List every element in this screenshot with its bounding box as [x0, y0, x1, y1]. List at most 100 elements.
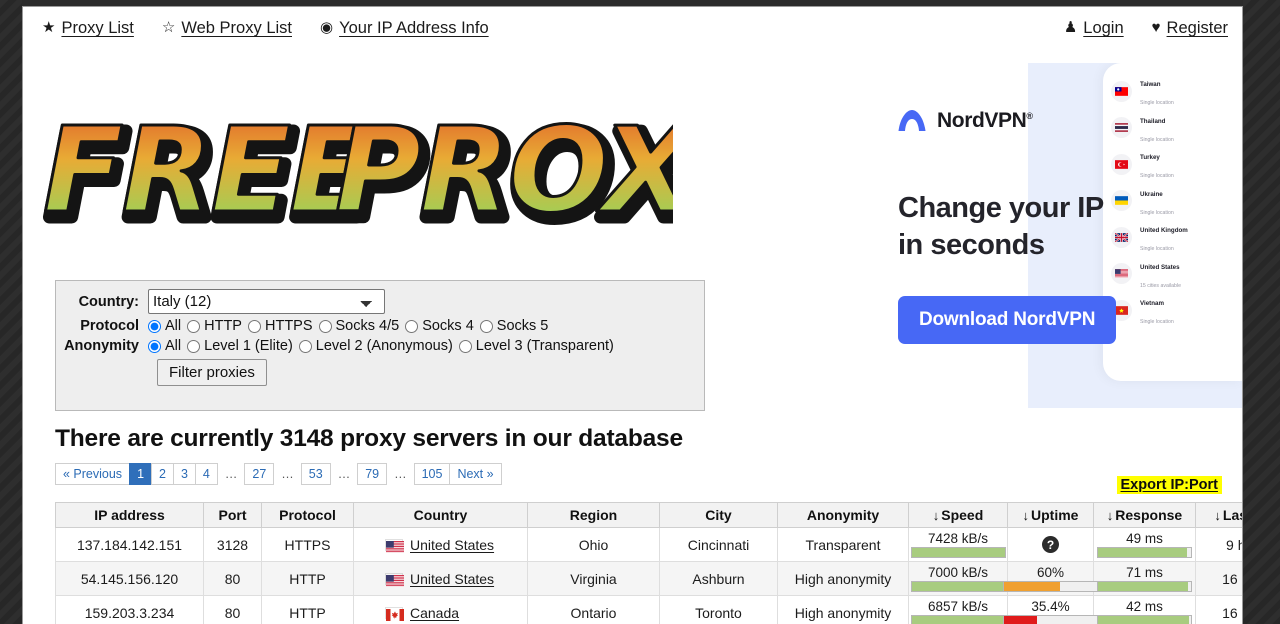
pagination-page-105[interactable]: 105	[414, 463, 451, 485]
flag-icon-ca	[385, 607, 403, 619]
anonymity-option-label: All	[165, 338, 181, 354]
ad-headline: Change your IP in seconds	[898, 190, 1128, 264]
nav-item-label: Proxy List	[61, 19, 133, 38]
anonymity-option-label: Level 3 (Transparent)	[476, 338, 614, 354]
anonymity-radio-group: All Level 1 (Elite) Level 2 (Anonymous) …	[148, 338, 620, 354]
country-link[interactable]: United States	[410, 571, 494, 587]
anonymity-radio-2[interactable]	[299, 340, 312, 353]
nav-item-label: Your IP Address Info	[339, 19, 489, 38]
column-header-port: Port	[204, 503, 262, 528]
protocol-option-3[interactable]: Socks 4/5	[319, 318, 400, 334]
ad-location-item-us[interactable]: United States 15 cities available	[1111, 256, 1243, 293]
export-ip-port-link[interactable]: Export IP:Port	[1117, 476, 1222, 494]
speed-value: 7428 kB/s	[928, 532, 988, 545]
nordvpn-logo: NordVPN®	[897, 108, 1033, 134]
logo-free-face: FREE	[43, 101, 369, 239]
response-value: 42 ms	[1126, 600, 1163, 613]
flag-icon-tr	[1111, 154, 1132, 175]
anonymity-radio-3[interactable]	[459, 340, 472, 353]
nav-left-item-proxy-list[interactable]: ★ Proxy List	[42, 19, 134, 38]
ad-location-text: United Kingdom Single location	[1140, 219, 1188, 255]
nav-left-item-your-ip-address-info[interactable]: ◉ Your IP Address Info	[320, 19, 489, 38]
column-header-label: Uptime	[1031, 507, 1078, 523]
filter-proxies-button[interactable]: Filter proxies	[157, 359, 267, 386]
ad-location-item-tw[interactable]: Taiwan Single location	[1111, 73, 1243, 110]
protocol-radio-3[interactable]	[319, 320, 332, 333]
column-header-label: City	[705, 507, 731, 523]
ad-location-text: Vietnam Single location	[1140, 292, 1174, 328]
protocol-option-1[interactable]: HTTP	[187, 318, 242, 334]
table-row: 159.203.3.234 80 HTTP Canada Ontario Tor…	[56, 596, 1244, 624]
uptime-metric: 35.4%	[1013, 600, 1088, 624]
column-header-label: Anonymity	[807, 507, 879, 523]
pagination: « Previous1234…27…53…79…105Next »	[55, 463, 501, 485]
country-link[interactable]: United States	[410, 537, 494, 553]
cell-ip-address: 159.203.3.234	[56, 596, 204, 624]
response-value: 49 ms	[1126, 532, 1163, 545]
ad-location-item-ua[interactable]: Ukraine Single location	[1111, 183, 1243, 220]
protocol-option-5[interactable]: Socks 5	[480, 318, 549, 334]
anonymity-radio-0[interactable]	[148, 340, 161, 353]
country-select[interactable]: Italy (12)	[148, 289, 385, 314]
protocol-option-0[interactable]: All	[148, 318, 181, 334]
nav-item-label: Web Proxy List	[181, 19, 292, 38]
anonymity-radio-1[interactable]	[187, 340, 200, 353]
uptime-metric: ?	[1013, 536, 1088, 553]
nav-right-item-register[interactable]: ♥ Register	[1152, 19, 1228, 38]
anonymity-option-3[interactable]: Level 3 (Transparent)	[459, 338, 614, 354]
ad-location-sub: Single location	[1140, 173, 1174, 179]
cell-city: Toronto	[660, 596, 778, 624]
protocol-radio-2[interactable]	[248, 320, 261, 333]
nav-right-item-login[interactable]: ♟ Login	[1064, 19, 1124, 38]
cell-uptime: 35.4%	[1008, 596, 1094, 624]
column-header-protocol: Protocol	[262, 503, 354, 528]
ad-location-item-tr[interactable]: Turkey Single location	[1111, 146, 1243, 183]
protocol-radio-1[interactable]	[187, 320, 200, 333]
column-header-city: City	[660, 503, 778, 528]
pagination-page-53[interactable]: 53	[301, 463, 331, 485]
protocol-option-2[interactable]: HTTPS	[248, 318, 313, 334]
pagination-page-2[interactable]: 2	[151, 463, 174, 485]
nordvpn-ad-banner[interactable]: Taiwan Single location Thailand Single l…	[859, 63, 1243, 408]
pagination-page-1[interactable]: 1	[129, 463, 152, 485]
pagination-next[interactable]: Next »	[449, 463, 501, 485]
pagination-page-27[interactable]: 27	[244, 463, 274, 485]
anonymity-option-0[interactable]: All	[148, 338, 181, 354]
nav-left-item-web-proxy-list[interactable]: ☆ Web Proxy List	[162, 19, 292, 38]
column-header-last-checked[interactable]: ↓Last checked	[1196, 503, 1244, 528]
ad-location-item-gb[interactable]: United Kingdom Single location	[1111, 219, 1243, 256]
pagination-page-4[interactable]: 4	[195, 463, 218, 485]
heart-icon: ♥	[1152, 20, 1161, 35]
download-nordvpn-button[interactable]: Download NordVPN	[898, 296, 1116, 344]
ad-location-name: Taiwan	[1140, 81, 1161, 88]
country-link[interactable]: Canada	[410, 605, 459, 621]
response-bar	[1097, 581, 1192, 592]
ad-location-sub: Single location	[1140, 210, 1174, 216]
nav-item-label: Login	[1083, 19, 1123, 38]
anonymity-label: Anonymity	[56, 338, 148, 354]
cell-uptime: ?	[1008, 528, 1094, 562]
anonymity-option-1[interactable]: Level 1 (Elite)	[187, 338, 293, 354]
pagination-page-79[interactable]: 79	[357, 463, 387, 485]
column-header-speed[interactable]: ↓Speed	[909, 503, 1008, 528]
eye-icon: ◉	[320, 20, 333, 35]
ad-location-item-th[interactable]: Thailand Single location	[1111, 110, 1243, 147]
pagination-page-3[interactable]: 3	[173, 463, 196, 485]
star-outline-icon: ☆	[162, 20, 175, 35]
protocol-option-label: HTTP	[204, 318, 242, 334]
column-header-response[interactable]: ↓Response	[1094, 503, 1196, 528]
pagination-previous[interactable]: « Previous	[55, 463, 130, 485]
cell-city: Cincinnati	[660, 528, 778, 562]
protocol-option-4[interactable]: Socks 4	[405, 318, 474, 334]
country-cell: United States	[359, 571, 522, 587]
protocol-option-label: All	[165, 318, 181, 334]
ad-location-item-vn[interactable]: Vietnam Single location	[1111, 292, 1243, 329]
ad-location-sub: Single location	[1140, 100, 1174, 106]
column-header-uptime[interactable]: ↓Uptime	[1008, 503, 1094, 528]
ad-location-text: United States 15 cities available	[1140, 256, 1181, 292]
protocol-radio-0[interactable]	[148, 320, 161, 333]
protocol-radio-4[interactable]	[405, 320, 418, 333]
anonymity-option-2[interactable]: Level 2 (Anonymous)	[299, 338, 453, 354]
column-header-label: Last checked	[1223, 507, 1243, 523]
protocol-radio-5[interactable]	[480, 320, 493, 333]
